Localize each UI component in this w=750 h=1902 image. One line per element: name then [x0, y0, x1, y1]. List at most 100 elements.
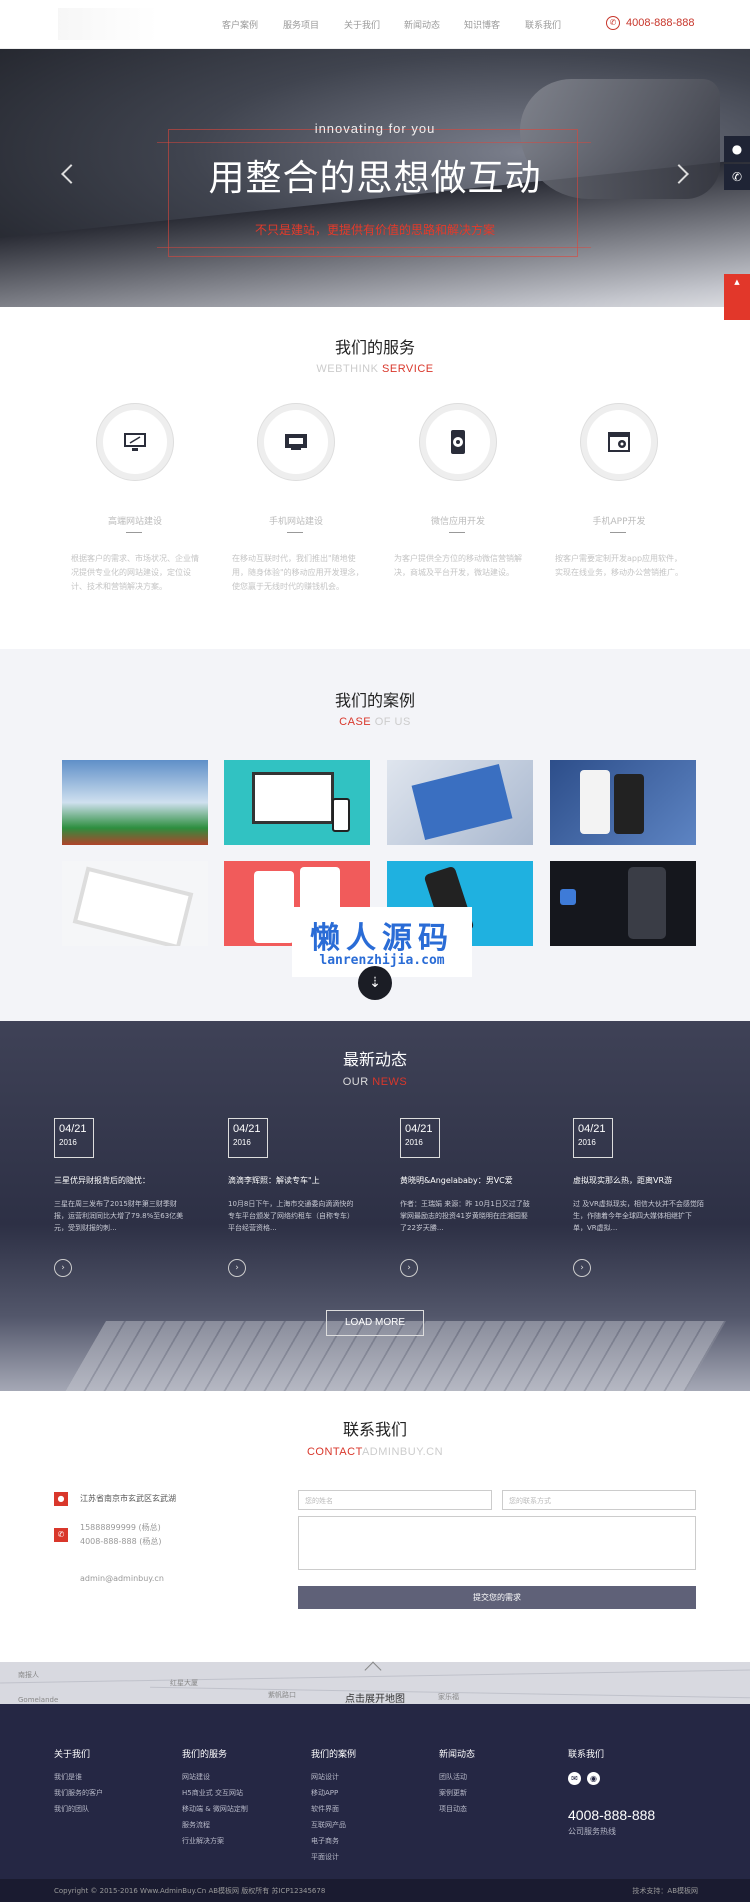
watermark-cn: 懒人源码: [310, 921, 454, 956]
case-thumbnail[interactable]: [224, 760, 370, 845]
case-phone: [628, 867, 666, 939]
news-date: 04/21 2016: [228, 1118, 268, 1158]
footer-phone-label: 公司服务热线: [568, 1827, 616, 1836]
copyright-text: Copyright © 2015-2016 Www.AdminBuy.Cn AB…: [54, 1887, 326, 1895]
case-phone: [332, 798, 350, 832]
tech-support-text: 技术支持：AB模板网: [632, 1887, 698, 1895]
footer-col-title: 联系我们: [568, 1750, 605, 1760]
footer-col-services: 我们的服务 网站建设 H5商业式 交互网站 移动端 & 微网站定制 服务流程 行…: [182, 1747, 248, 1852]
service-desc: 根据客户的需求、市场状况、企业情况提供专业化的网站建设，定位设计、技术和营销解决…: [71, 554, 199, 591]
service-desc: 在移动互联时代，我们推出"随地使用，随身体验"的移动应用开发理念，使您赢于无线时…: [232, 554, 364, 591]
name-input[interactable]: 您的姓名: [298, 1490, 492, 1510]
qq-icon[interactable]: ●: [724, 136, 750, 162]
service-name: 高端网站建设: [107, 517, 162, 527]
news-headline[interactable]: 三星优异财报背后的隐忧：: [54, 1175, 204, 1186]
case-phone: [614, 774, 644, 834]
footer-link[interactable]: 移动端 & 微网站定制: [182, 1804, 248, 1814]
footer-link[interactable]: 我们的团队: [54, 1804, 103, 1814]
footer-link[interactable]: 我们是谁: [54, 1772, 103, 1782]
cases-subtitle: CASE OF US: [339, 716, 411, 728]
footer-link[interactable]: 案例更新: [439, 1788, 475, 1798]
phone-input[interactable]: 您的联系方式: [502, 1490, 696, 1510]
footer-link[interactable]: 服务流程: [182, 1820, 248, 1830]
footer-link[interactable]: 我们服务的客户: [54, 1788, 103, 1798]
case-tablet: [72, 866, 194, 946]
case-thumbnail[interactable]: [62, 760, 208, 845]
arrow-right-icon[interactable]: ›: [228, 1259, 246, 1277]
footer-link[interactable]: H5商业式 交互网站: [182, 1788, 248, 1798]
news-headline[interactable]: 虚拟现实那么热，距离VR游: [573, 1175, 723, 1186]
divider: [610, 532, 626, 533]
footer-link[interactable]: 移动APP: [311, 1788, 356, 1798]
divider: [449, 532, 465, 533]
footer-link[interactable]: 团队活动: [439, 1772, 475, 1782]
footer-link[interactable]: 网站建设: [182, 1772, 248, 1782]
service-name: 微信应用开发: [430, 517, 485, 527]
arrow-right-icon[interactable]: ›: [573, 1259, 591, 1277]
email-text: admin@adminbuy.cn: [80, 1574, 164, 1583]
message-textarea[interactable]: [298, 1516, 696, 1570]
news-title: 最新动态: [342, 1050, 407, 1069]
footer-link[interactable]: 互联网产品: [311, 1820, 356, 1830]
services-title: 我们的服务: [334, 338, 415, 357]
footer-phone: 4008-888-888: [568, 1807, 656, 1823]
service-icon-circle: [97, 404, 173, 480]
news-excerpt: 10月8日下午，上海市交通委向滴滴快的专车平台颁发了网络约租车（自称专车）平台经…: [228, 1200, 354, 1232]
service-icon-circle: [258, 404, 334, 480]
header-phone-number: 4008-888-888: [626, 17, 695, 29]
nav-cases[interactable]: 客户案例: [222, 18, 258, 31]
load-more-button[interactable]: LOAD MORE: [326, 1310, 424, 1336]
footer-link[interactable]: 行业解决方案: [182, 1836, 248, 1846]
case-app-icon: [560, 889, 576, 905]
submit-button[interactable]: 提交您的需求: [298, 1586, 696, 1609]
case-thumbnail[interactable]: [550, 760, 696, 845]
phone-icon: ✆: [54, 1528, 68, 1542]
footer-link[interactable]: 项目动态: [439, 1804, 475, 1814]
chevron-down-icon[interactable]: ⇣: [358, 966, 392, 1000]
location-pin-icon: ●: [54, 1492, 68, 1506]
nav-services[interactable]: 服务项目: [283, 18, 319, 31]
footer-col-about: 关于我们 我们是谁 我们服务的客户 我们的团队: [54, 1747, 103, 1820]
news-excerpt: 三星在周三发布了2015财年第三财季财报，运营利润同比大增了79.8%至63亿美…: [54, 1200, 184, 1232]
news-excerpt: 作者：王瑞娟 来源：昨 10月1日又过了鼓掌网最励志的投资41岁黄晓明在庄湘园娶…: [400, 1200, 530, 1232]
case-phone: [580, 770, 610, 834]
header-phone[interactable]: ✆ 4008-888-888: [606, 16, 695, 30]
footer-link[interactable]: 软件界面: [311, 1804, 356, 1814]
news-date: 04/21 2016: [54, 1118, 94, 1158]
weibo-icon[interactable]: ◉: [587, 1772, 600, 1785]
contact-title: 联系我们: [342, 1420, 407, 1439]
phone-lines: 15888899999 (杨总) 4008-888-888 (杨总): [80, 1523, 162, 1546]
phone-side-icon[interactable]: ✆: [724, 164, 750, 190]
case-thumbnail[interactable]: [550, 861, 696, 946]
hero-subtitle: innovating for you: [314, 121, 436, 136]
contact-address: ● 江苏省南京市玄武区玄武湖: [54, 1492, 176, 1506]
contact-subtitle: CONTACTADMINBUY.CN: [306, 1446, 444, 1458]
services-subtitle: WEBTHINK SERVICE: [316, 363, 434, 375]
news-headline[interactable]: 滴滴李辉照：解读专车"上: [228, 1175, 378, 1186]
nav-news[interactable]: 新闻动态: [404, 18, 440, 31]
monitor-icon: [124, 433, 146, 451]
nav-blog[interactable]: 知识博客: [464, 18, 500, 31]
back-to-top-button[interactable]: ▲: [724, 274, 750, 320]
news-headline[interactable]: 黄晓明&Angelababy：男VC爱: [400, 1175, 550, 1186]
nav-about[interactable]: 关于我们: [344, 18, 380, 31]
case-thumbnail[interactable]: [387, 760, 533, 845]
footer-link[interactable]: 平面设计: [311, 1852, 356, 1862]
site-logo[interactable]: [58, 8, 158, 40]
address-text: 江苏省南京市玄武区玄武湖: [80, 1494, 176, 1503]
service-desc: 按客户需要定制开发app应用软件，实现在线业务，移动办公营销推广。: [555, 554, 683, 577]
contact-phone: ✆ 15888899999 (杨总) 4008-888-888 (杨总): [54, 1521, 161, 1549]
map-expand-link[interactable]: 点击展开地图: [0, 1690, 750, 1705]
case-thumbnail[interactable]: [62, 861, 208, 946]
nav-contact[interactable]: 联系我们: [525, 18, 561, 31]
hero-title: 用整合的思想做互动: [208, 158, 542, 199]
arrow-right-icon[interactable]: ›: [54, 1259, 72, 1277]
contact-email: admin@adminbuy.cn: [80, 1572, 164, 1586]
wechat-icon[interactable]: ✉: [568, 1772, 581, 1785]
footer-link[interactable]: 电子商务: [311, 1836, 356, 1846]
footer-link[interactable]: 网站设计: [311, 1772, 356, 1782]
case-tablet: [411, 763, 513, 841]
side-float-bar: ● ✆: [724, 136, 750, 192]
arrow-right-icon[interactable]: ›: [400, 1259, 418, 1277]
phone-icon: ✆: [606, 16, 620, 30]
